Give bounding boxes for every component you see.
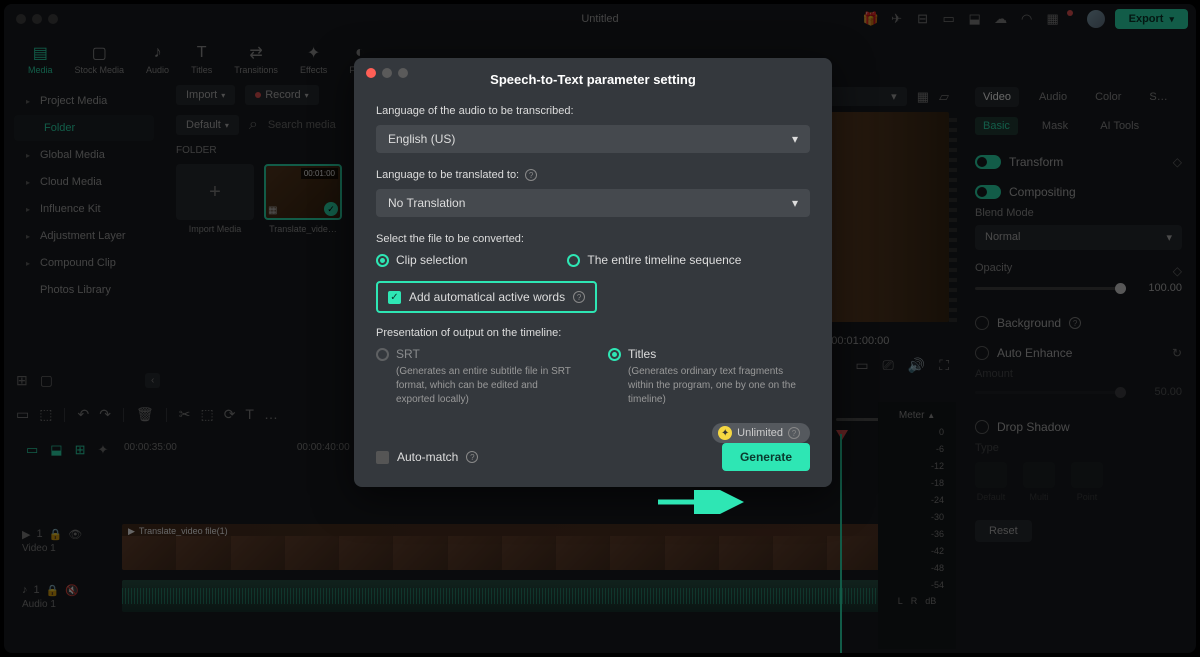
translate-select[interactable]: No Translation▾ [376,189,810,217]
dialog-title: Speech-to-Text parameter setting [376,72,810,87]
generate-button[interactable]: Generate [722,443,810,471]
presentation-label: Presentation of output on the timeline: [376,327,810,339]
help-icon[interactable]: ? [573,291,585,303]
radio-titles[interactable]: Titles [608,347,810,361]
auto-active-words-row: ✓Add automatical active words? [376,281,597,313]
speech-to-text-dialog: Speech-to-Text parameter setting Languag… [354,58,832,487]
checkbox-auto-active-words[interactable]: ✓Add automatical active words? [388,290,585,304]
chevron-down-icon: ▾ [792,196,798,210]
language-label: Language of the audio to be transcribed: [376,105,810,117]
file-select-label: Select the file to be converted: [376,233,810,245]
dialog-traffic-lights[interactable] [366,68,408,78]
help-icon[interactable]: ? [525,169,537,181]
radio-entire-timeline[interactable]: The entire timeline sequence [567,253,741,267]
radio-srt: SRT [376,347,578,361]
chevron-down-icon: ▾ [792,132,798,146]
radio-clip-selection[interactable]: Clip selection [376,253,467,267]
translate-label: Language to be translated to:? [376,169,810,181]
help-icon[interactable]: ? [788,427,800,439]
language-select[interactable]: English (US)▾ [376,125,810,153]
checkbox-auto-match[interactable]: ✓Auto-match? [376,450,478,464]
help-icon[interactable]: ? [466,451,478,463]
star-icon: ✦ [718,426,732,440]
unlimited-badge[interactable]: ✦Unlimited? [712,423,810,443]
annotation-arrow [656,490,746,519]
